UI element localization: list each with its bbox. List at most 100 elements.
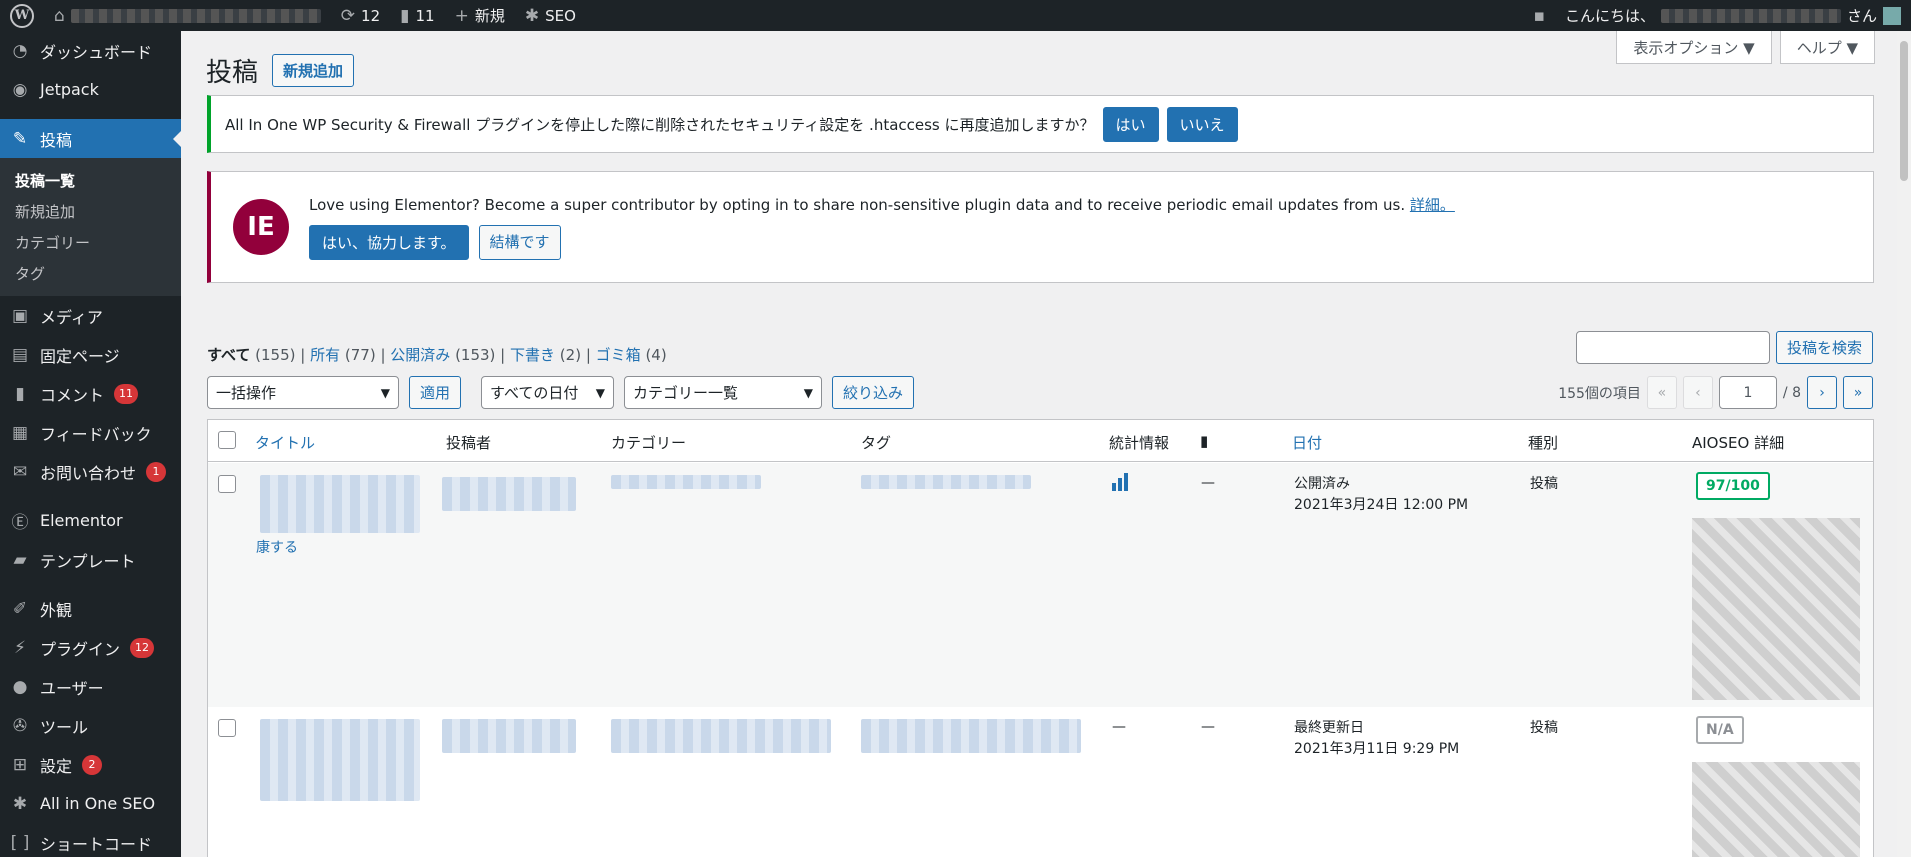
column-stats: 統計情報 bbox=[1109, 434, 1170, 452]
sidebar-item-feedback[interactable]: ▦ フィードバック bbox=[0, 413, 181, 452]
security-yes-button[interactable]: はい bbox=[1102, 106, 1159, 142]
scrollbar-thumb[interactable] bbox=[1900, 41, 1908, 181]
post-date: 2021年3月24日 12:00 PM bbox=[1294, 497, 1469, 513]
filter-trash[interactable]: ゴミ箱 bbox=[596, 346, 641, 364]
search-input[interactable] bbox=[1575, 331, 1770, 364]
row-checkbox[interactable] bbox=[218, 719, 236, 737]
my-account-menu[interactable]: こんにちは、 さん bbox=[1555, 0, 1911, 31]
post-author-redacted[interactable] bbox=[442, 477, 576, 511]
post-type: 投稿 bbox=[1530, 720, 1558, 736]
add-new-post-button[interactable]: 新規追加 bbox=[272, 54, 355, 87]
plugin-icon: ⚡ bbox=[14, 637, 26, 658]
sidebar-item-plugins[interactable]: ⚡ プラグイン 12 bbox=[0, 628, 181, 667]
jetpack-icon: ◉ bbox=[12, 79, 28, 100]
contact-badge: 1 bbox=[146, 461, 167, 482]
sidebar-item-elementor[interactable]: Ⓔ Elementor bbox=[0, 501, 181, 540]
filter-all[interactable]: すべて bbox=[207, 346, 250, 364]
comments-menu[interactable]: ▮ 11 bbox=[390, 0, 444, 31]
seo-gear-icon: ✱ bbox=[524, 5, 540, 26]
filter-published[interactable]: 公開済み bbox=[390, 346, 450, 364]
post-title-redacted[interactable] bbox=[260, 719, 420, 801]
last-page-button[interactable]: » bbox=[1843, 376, 1873, 409]
filter-button[interactable]: 絞り込み bbox=[832, 376, 915, 409]
page-icon: ▤ bbox=[11, 344, 29, 365]
elementor-learn-more-link[interactable]: 詳細。 bbox=[1410, 196, 1455, 214]
post-tags-redacted[interactable] bbox=[861, 475, 1031, 489]
column-title[interactable]: タイトル bbox=[255, 432, 315, 453]
elementor-opt-in-button[interactable]: はい、協力します。 bbox=[309, 225, 469, 260]
notifications-menu[interactable]: ▪ bbox=[1523, 0, 1555, 31]
submenu-categories[interactable]: カテゴリー bbox=[0, 227, 181, 258]
category-filter-select[interactable]: カテゴリー一覧 ▼ bbox=[624, 376, 823, 409]
greeting: こんにちは、 bbox=[1564, 7, 1655, 25]
seo-score-badge[interactable]: 97/100 bbox=[1696, 472, 1770, 500]
pagination: 155個の項目 « ‹ 1 / 8 › » bbox=[1558, 376, 1873, 409]
sidebar-item-label: Elementor bbox=[40, 511, 123, 530]
row-checkbox[interactable] bbox=[218, 475, 236, 493]
post-title-redacted[interactable] bbox=[260, 475, 420, 533]
sidebar-item-templates[interactable]: ▰ テンプレート bbox=[0, 540, 181, 579]
sidebar-item-media[interactable]: ▣ メディア bbox=[0, 296, 181, 335]
new-content-menu[interactable]: + 新規 bbox=[445, 0, 515, 31]
security-no-button[interactable]: いいえ bbox=[1166, 106, 1238, 142]
sidebar-item-comments[interactable]: ▮ コメント 11 bbox=[0, 374, 181, 413]
media-icon: ▣ bbox=[11, 305, 29, 326]
search-posts-button[interactable]: 投稿を検索 bbox=[1775, 331, 1873, 364]
elementor-decline-button[interactable]: 結構です bbox=[478, 225, 561, 260]
sidebar-item-appearance[interactable]: ✐ 外観 bbox=[0, 589, 181, 628]
current-page-input[interactable]: 1 bbox=[1718, 376, 1777, 409]
page-scrollbar[interactable] bbox=[1897, 31, 1911, 857]
items-count: 155個の項目 bbox=[1558, 385, 1641, 402]
select-all-checkbox[interactable] bbox=[218, 431, 236, 449]
date-filter-select[interactable]: すべての日付 ▼ bbox=[481, 376, 615, 409]
help-tab[interactable]: ヘルプ ▼ bbox=[1779, 31, 1875, 64]
sidebar-item-settings[interactable]: ⊞ 設定 2 bbox=[0, 745, 181, 784]
site-name-menu[interactable]: ⌂ bbox=[44, 0, 331, 31]
comment-count: — bbox=[1201, 475, 1215, 491]
sidebar-item-aioseo[interactable]: ✱ All in One SEO bbox=[0, 784, 181, 823]
sidebar-item-jetpack[interactable]: ◉ Jetpack bbox=[0, 70, 181, 109]
column-categories: カテゴリー bbox=[611, 434, 687, 452]
elementor-logo-icon: IE bbox=[233, 199, 289, 255]
apply-button[interactable]: 適用 bbox=[409, 376, 462, 409]
posts-submenu: 投稿一覧 新規追加 カテゴリー タグ bbox=[0, 158, 181, 296]
next-page-button[interactable]: › bbox=[1807, 376, 1837, 409]
elementor-notice-text: Love using Elementor? Become a super con… bbox=[309, 196, 1406, 214]
seo-menu[interactable]: ✱ SEO bbox=[515, 0, 586, 31]
sidebar-item-shortcode[interactable]: [ ] ショートコード bbox=[0, 823, 181, 857]
sidebar-item-tools[interactable]: ✇ ツール bbox=[0, 706, 181, 745]
post-title-tail[interactable]: 康する bbox=[256, 537, 298, 557]
settings-badge: 2 bbox=[82, 754, 103, 775]
wp-logo-menu[interactable]: W bbox=[0, 0, 44, 31]
sidebar-item-label: 投稿 bbox=[40, 130, 73, 150]
bulk-action-select[interactable]: 一括操作 ▼ bbox=[207, 376, 399, 409]
submenu-all-posts[interactable]: 投稿一覧 bbox=[0, 165, 181, 196]
filter-mine[interactable]: 所有 bbox=[310, 346, 340, 364]
submenu-tags[interactable]: タグ bbox=[0, 258, 181, 289]
submenu-add-new[interactable]: 新規追加 bbox=[0, 196, 181, 227]
seo-score-badge[interactable]: N/A bbox=[1696, 716, 1744, 744]
sidebar-item-label: 固定ページ bbox=[40, 346, 120, 366]
plus-icon: + bbox=[454, 5, 469, 26]
sidebar-item-users[interactable]: ● ユーザー bbox=[0, 667, 181, 706]
post-author-redacted[interactable] bbox=[442, 719, 576, 753]
sidebar-item-dashboard[interactable]: ◔ ダッシュボード bbox=[0, 31, 181, 70]
sidebar-item-label: テンプレート bbox=[40, 551, 136, 571]
sidebar-item-label: 外観 bbox=[40, 600, 73, 620]
first-page-button: « bbox=[1646, 376, 1677, 409]
column-date[interactable]: 日付 bbox=[1292, 432, 1322, 453]
post-tags-redacted[interactable] bbox=[861, 719, 1081, 753]
sidebar-item-label: All in One SEO bbox=[40, 794, 156, 813]
stats-bar-icon[interactable] bbox=[1112, 473, 1128, 491]
column-tags: タグ bbox=[861, 434, 892, 452]
sidebar-item-contact[interactable]: ✉ お問い合わせ 1 bbox=[0, 452, 181, 491]
sidebar-item-posts[interactable]: ✎ 投稿 bbox=[0, 119, 181, 158]
post-categories-redacted[interactable] bbox=[611, 719, 831, 753]
post-categories-redacted[interactable] bbox=[611, 475, 761, 489]
updates-menu[interactable]: ⟳ 12 bbox=[331, 0, 390, 31]
sidebar-item-label: ツール bbox=[40, 717, 89, 737]
filter-all-count: (155) bbox=[255, 346, 296, 364]
filter-draft[interactable]: 下書き bbox=[510, 346, 555, 364]
screen-options-tab[interactable]: 表示オプション ▼ bbox=[1616, 31, 1772, 64]
sidebar-item-pages[interactable]: ▤ 固定ページ bbox=[0, 335, 181, 374]
